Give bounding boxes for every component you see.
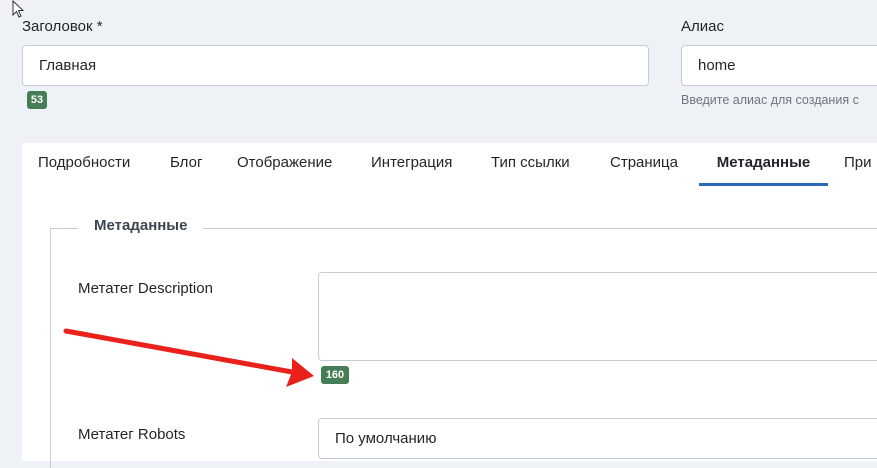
red-arrow-annotation <box>63 328 314 387</box>
